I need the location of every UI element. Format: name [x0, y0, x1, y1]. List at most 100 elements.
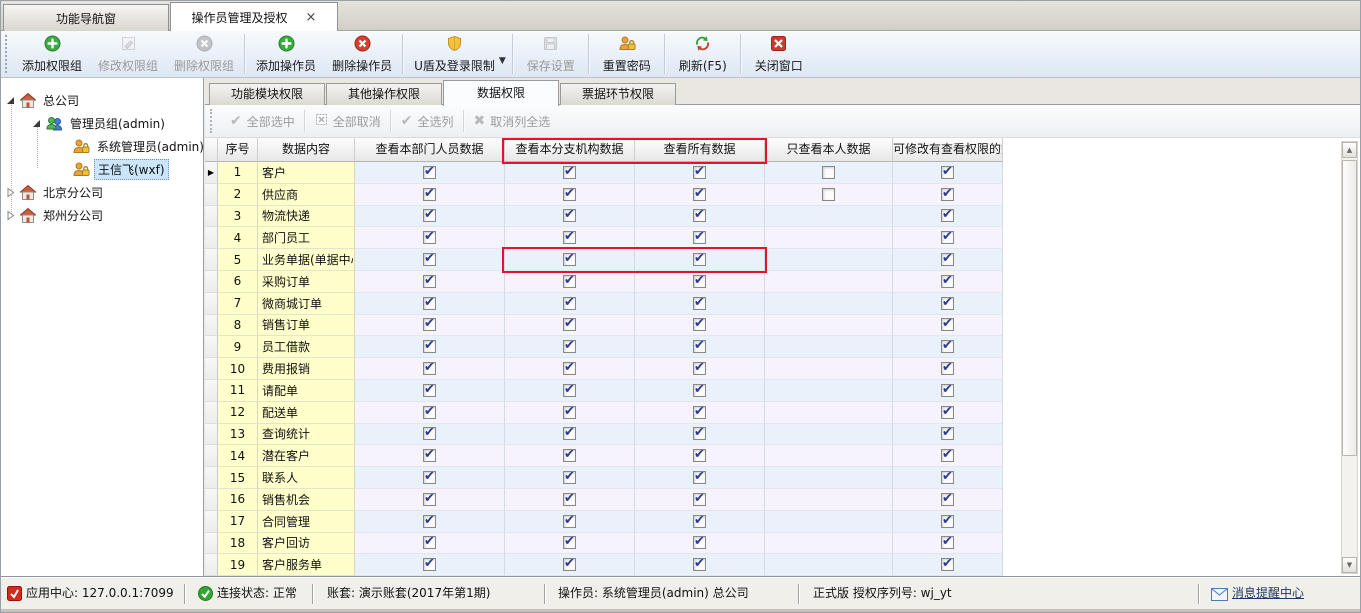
tree-item-wang-xinfei[interactable]: 王信飞(wxf): [57, 158, 169, 180]
permission-cell[interactable]: [893, 336, 1003, 358]
tree-item-zhengzhou-branch[interactable]: 郑州分公司: [5, 204, 106, 226]
permission-cell[interactable]: [355, 467, 505, 489]
row-selector-cell[interactable]: [205, 206, 218, 228]
add-operator-button[interactable]: 添加操作员: [248, 32, 324, 76]
permission-cell[interactable]: [635, 445, 765, 467]
permission-cell[interactable]: [765, 162, 893, 184]
checkbox-checked[interactable]: [423, 493, 436, 506]
checkbox-checked[interactable]: [563, 188, 576, 201]
checkbox-checked[interactable]: [423, 471, 436, 484]
permission-cell[interactable]: [635, 511, 765, 533]
checkbox-checked[interactable]: [563, 449, 576, 462]
permission-cell[interactable]: [505, 511, 635, 533]
ushield-login-limit-button[interactable]: U盾及登录限制: [406, 32, 503, 76]
permission-cell[interactable]: [635, 489, 765, 511]
permission-cell[interactable]: [355, 184, 505, 206]
row-selector-cell[interactable]: [205, 293, 218, 315]
tab-operator-management[interactable]: 操作员管理及授权 ×: [170, 2, 338, 31]
permission-cell[interactable]: [635, 554, 765, 576]
checkbox-checked[interactable]: [423, 340, 436, 353]
permission-cell[interactable]: [355, 336, 505, 358]
permission-cell[interactable]: [505, 402, 635, 424]
checkbox-checked[interactable]: [563, 471, 576, 484]
checkbox-checked[interactable]: [563, 318, 576, 331]
checkbox-checked[interactable]: [563, 558, 576, 571]
permission-cell[interactable]: [893, 249, 1003, 271]
checkbox-checked[interactable]: [693, 188, 706, 201]
permission-cell[interactable]: [355, 402, 505, 424]
checkbox-checked[interactable]: [423, 558, 436, 571]
scrollbar-thumb[interactable]: [1342, 160, 1357, 456]
permission-cell[interactable]: [893, 489, 1003, 511]
permission-cell[interactable]: [505, 380, 635, 402]
message-center-link[interactable]: 消息提醒中心: [1232, 577, 1304, 609]
permission-cell[interactable]: [893, 293, 1003, 315]
checkbox-checked[interactable]: [693, 362, 706, 375]
permission-cell[interactable]: [355, 249, 505, 271]
row-selector-cell[interactable]: [205, 249, 218, 271]
permission-cell[interactable]: [505, 424, 635, 446]
permission-cell[interactable]: [765, 184, 893, 206]
permission-cell[interactable]: [893, 315, 1003, 337]
permission-cell[interactable]: [893, 424, 1003, 446]
reset-password-button[interactable]: 重置密码: [592, 32, 662, 76]
checkbox-checked[interactable]: [941, 493, 954, 506]
checkbox-checked[interactable]: [693, 406, 706, 419]
checkbox-checked[interactable]: [693, 449, 706, 462]
row-selector-cell[interactable]: [205, 489, 218, 511]
checkbox-checked[interactable]: [941, 471, 954, 484]
permission-cell[interactable]: [505, 533, 635, 555]
row-selector-cell[interactable]: [205, 424, 218, 446]
checkbox-checked[interactable]: [423, 406, 436, 419]
checkbox-checked[interactable]: [693, 340, 706, 353]
checkbox-checked[interactable]: [563, 384, 576, 397]
permission-cell[interactable]: [355, 424, 505, 446]
toolbar-grip[interactable]: [5, 35, 8, 73]
permission-cell[interactable]: [355, 511, 505, 533]
checkbox-checked[interactable]: [941, 231, 954, 244]
tab-function-navigation[interactable]: 功能导航窗: [3, 4, 169, 31]
expand-closed-icon[interactable]: [5, 187, 16, 198]
checkbox-checked[interactable]: [941, 209, 954, 222]
permission-cell[interactable]: [505, 489, 635, 511]
checkbox-checked[interactable]: [563, 209, 576, 222]
checkbox-checked[interactable]: [423, 166, 436, 179]
row-selector-cell[interactable]: ▶: [205, 162, 218, 184]
checkbox-checked[interactable]: [693, 471, 706, 484]
permission-cell[interactable]: [893, 162, 1003, 184]
tab-other-permission[interactable]: 其他操作权限: [326, 83, 442, 105]
permission-cell[interactable]: [505, 554, 635, 576]
checkbox-checked[interactable]: [941, 515, 954, 528]
expand-open-icon[interactable]: [31, 118, 42, 129]
row-selector-cell[interactable]: [205, 380, 218, 402]
permission-cell[interactable]: [505, 206, 635, 228]
column-header-4[interactable]: 查看所有数据: [635, 138, 765, 162]
checkbox-checked[interactable]: [563, 515, 576, 528]
scroll-down-icon[interactable]: ▼: [1342, 557, 1357, 573]
close-tab-icon[interactable]: ×: [306, 11, 317, 24]
checkbox-checked[interactable]: [563, 253, 576, 266]
checkbox-checked[interactable]: [563, 297, 576, 310]
permission-cell[interactable]: [355, 315, 505, 337]
permission-cell[interactable]: [893, 402, 1003, 424]
checkbox-checked[interactable]: [941, 536, 954, 549]
permission-cell[interactable]: [505, 358, 635, 380]
checkbox-checked[interactable]: [423, 297, 436, 310]
row-selector-cell[interactable]: [205, 271, 218, 293]
row-selector-cell[interactable]: [205, 533, 218, 555]
checkbox-checked[interactable]: [941, 275, 954, 288]
row-selector-cell[interactable]: [205, 467, 218, 489]
checkbox-checked[interactable]: [423, 384, 436, 397]
permission-cell[interactable]: [505, 445, 635, 467]
permission-cell[interactable]: [505, 315, 635, 337]
checkbox-checked[interactable]: [941, 297, 954, 310]
column-header-5[interactable]: 只查看本人数据: [765, 138, 893, 162]
permission-cell[interactable]: [635, 271, 765, 293]
close-window-button[interactable]: 关闭窗口: [744, 32, 814, 76]
checkbox-checked[interactable]: [693, 253, 706, 266]
checkbox-checked[interactable]: [941, 362, 954, 375]
row-selector-cell[interactable]: [205, 445, 218, 467]
permission-cell[interactable]: [355, 358, 505, 380]
checkbox-unchecked[interactable]: [822, 166, 835, 179]
checkbox-checked[interactable]: [941, 558, 954, 571]
